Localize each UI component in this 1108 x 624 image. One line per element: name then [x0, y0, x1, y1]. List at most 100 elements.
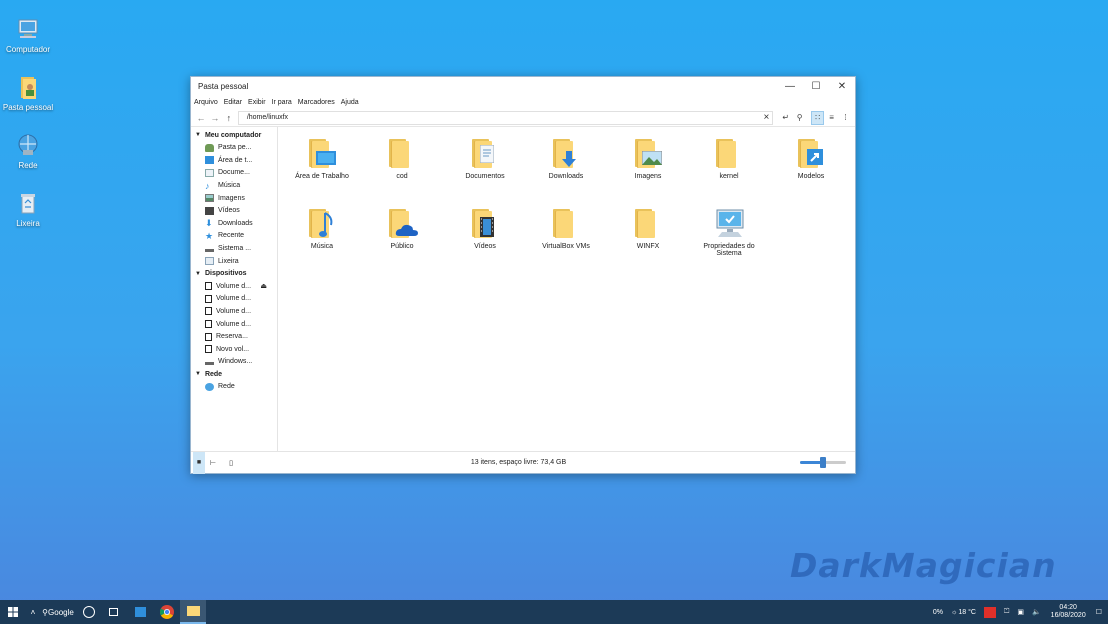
list-view-icon: ≡ — [829, 113, 834, 122]
chrome-app-button[interactable] — [154, 600, 180, 624]
sidebar-item-label: Imagens — [218, 194, 245, 202]
sidebar-item-reservado[interactable]: Reserva... — [191, 330, 277, 343]
file-item[interactable]: Vídeos — [448, 207, 522, 250]
clock[interactable]: 04:20 16/08/2020 — [1051, 604, 1086, 620]
menu-ajuda[interactable]: Ajuda — [341, 99, 359, 106]
volume-icon — [205, 332, 212, 341]
file-item[interactable]: Área de Trabalho — [285, 137, 359, 180]
volume-icon — [205, 307, 212, 316]
sidebar-item-volume[interactable]: Volume d... — [191, 318, 277, 331]
sidebar-item-documentos[interactable]: Docume... — [191, 167, 277, 180]
titlebar[interactable]: Pasta pessoal — ☐ ✕ — [191, 77, 855, 95]
list-view-button[interactable]: ≡ — [825, 111, 838, 125]
eject-icon[interactable]: ⏏ — [260, 282, 267, 290]
folder-icon — [387, 207, 418, 239]
location-icon: ↵ — [782, 113, 790, 122]
file-item[interactable]: Documentos — [448, 137, 522, 180]
drive-icon — [205, 248, 214, 252]
chevron-up-icon: ˄ — [30, 607, 36, 617]
forward-button[interactable]: → — [208, 113, 222, 123]
toggle-location-button[interactable]: ↵ — [779, 111, 792, 125]
file-manager-app-button[interactable] — [180, 600, 206, 624]
antivirus-icon[interactable] — [984, 606, 996, 618]
zoom-slider-handle[interactable] — [820, 457, 826, 468]
close-icon: × — [763, 111, 770, 123]
icon-view-button[interactable]: ∷ — [811, 110, 825, 125]
up-button[interactable]: ↑ — [222, 113, 236, 123]
menu-editar[interactable]: Editar — [224, 99, 242, 106]
sidebar-item-videos[interactable]: Vídeos — [191, 204, 277, 217]
desktop-icon-home[interactable]: Pasta pessoal — [0, 74, 56, 112]
file-item[interactable]: Música — [285, 207, 359, 250]
sidebar-section-dispositivos[interactable]: ▼ Dispositivos — [191, 267, 277, 280]
notifications-icon[interactable]: ☐ — [1096, 608, 1102, 616]
hide-pane-button[interactable]: ▯ — [225, 452, 237, 474]
weather-icon[interactable]: ☼ — [951, 609, 957, 616]
file-item[interactable]: Público — [365, 207, 439, 250]
usb-icon[interactable]: ⏍ — [1004, 608, 1009, 616]
cortana-button[interactable] — [78, 600, 100, 624]
sidebar-item-lixeira[interactable]: Lixeira — [191, 255, 277, 268]
sidebar-item-musica[interactable]: ♪ Música — [191, 179, 277, 192]
file-item[interactable]: Propriedades do Sistema — [692, 207, 766, 257]
sidebar-item-downloads[interactable]: ⬇ Downloads — [191, 217, 277, 230]
sidebar-item-area-de-trabalho[interactable]: Área de t... — [191, 154, 277, 167]
arrow-right-icon: → — [210, 112, 220, 123]
sidebar-item-label: Docume... — [218, 169, 250, 177]
file-item[interactable]: Modelos — [774, 137, 848, 180]
menubar: Arquivo Editar Exibir Ir para Marcadores… — [191, 95, 855, 109]
sidebar-item-volume[interactable]: Volume d... ⏏ — [191, 280, 277, 293]
expand-button[interactable]: ˄ — [26, 600, 40, 624]
clear-address-button[interactable]: × — [763, 112, 769, 124]
folder-icon: ■ — [196, 459, 202, 466]
start-button[interactable] — [0, 600, 26, 624]
sidebar-section-rede[interactable]: ▼ Rede — [191, 368, 277, 381]
temperature: 18 °C — [958, 608, 976, 616]
menu-exibir[interactable]: Exibir — [248, 99, 266, 106]
sidebar-item-imagens[interactable]: Imagens — [191, 192, 277, 205]
file-item[interactable]: WINFX — [611, 207, 685, 250]
zoom-slider[interactable] — [800, 457, 846, 468]
menu-marcadores[interactable]: Marcadores — [298, 99, 335, 106]
file-item[interactable]: Imagens — [611, 137, 685, 180]
search-button[interactable]: ⚲ — [793, 111, 806, 125]
maximize-button[interactable]: ☐ — [803, 77, 829, 95]
volume-icon — [205, 320, 212, 329]
desktop-icon-trash[interactable]: Lixeira — [0, 190, 56, 228]
volume-icon[interactable]: 🔈 — [1032, 608, 1041, 616]
file-item[interactable]: VirtualBox VMs — [529, 207, 603, 250]
file-item[interactable]: kernel — [692, 137, 766, 180]
sidebar-item-rede[interactable]: Rede — [191, 381, 277, 394]
volume-icon — [205, 294, 212, 303]
folder-icon — [714, 137, 744, 169]
compact-view-button[interactable]: ⁞ — [839, 111, 852, 125]
search-box[interactable]: ⚲ Google — [40, 600, 76, 624]
sidebar-item-volume[interactable]: Volume d... — [191, 305, 277, 318]
sidebar-item-sistema[interactable]: Sistema ... — [191, 242, 277, 255]
minimize-button[interactable]: — — [777, 77, 803, 95]
desktop-icon-network[interactable]: Rede — [0, 132, 56, 170]
store-app-button[interactable] — [126, 600, 154, 624]
sidebar-item-recente[interactable]: ★ Recente — [191, 230, 277, 243]
clock-time: 04:20 — [1059, 604, 1077, 611]
network-icon[interactable]: ▣ — [1017, 608, 1024, 616]
sidebar-item-pasta-pessoal[interactable]: Pasta pe... — [191, 142, 277, 155]
address-bar[interactable]: /home/linuxfx × — [237, 110, 774, 125]
file-item[interactable]: cod — [365, 137, 439, 180]
file-label: Propriedades do Sistema — [703, 243, 755, 257]
menu-ir-para[interactable]: Ir para — [272, 99, 292, 106]
file-item[interactable]: Downloads — [529, 137, 603, 180]
close-button[interactable]: ✕ — [829, 77, 855, 95]
sidebar-item-windows[interactable]: Windows... — [191, 356, 277, 369]
places-pane-button[interactable]: ■ — [193, 451, 205, 474]
sidebar-item-volume[interactable]: Volume d... — [191, 293, 277, 306]
tree-pane-button[interactable]: ⊢ — [207, 452, 219, 474]
sidebar-item-novo-volume[interactable]: Novo vol... — [191, 343, 277, 356]
desktop-icon-computer[interactable]: Computador — [0, 16, 56, 54]
task-view-button[interactable] — [100, 600, 126, 624]
menu-arquivo[interactable]: Arquivo — [194, 99, 218, 106]
sidebar-section-meu-computador[interactable]: ▼ Meu computador — [191, 129, 277, 142]
back-button[interactable]: ← — [194, 113, 208, 123]
sidebar-section-label: Rede — [204, 370, 223, 378]
desktop-icon — [205, 156, 214, 165]
